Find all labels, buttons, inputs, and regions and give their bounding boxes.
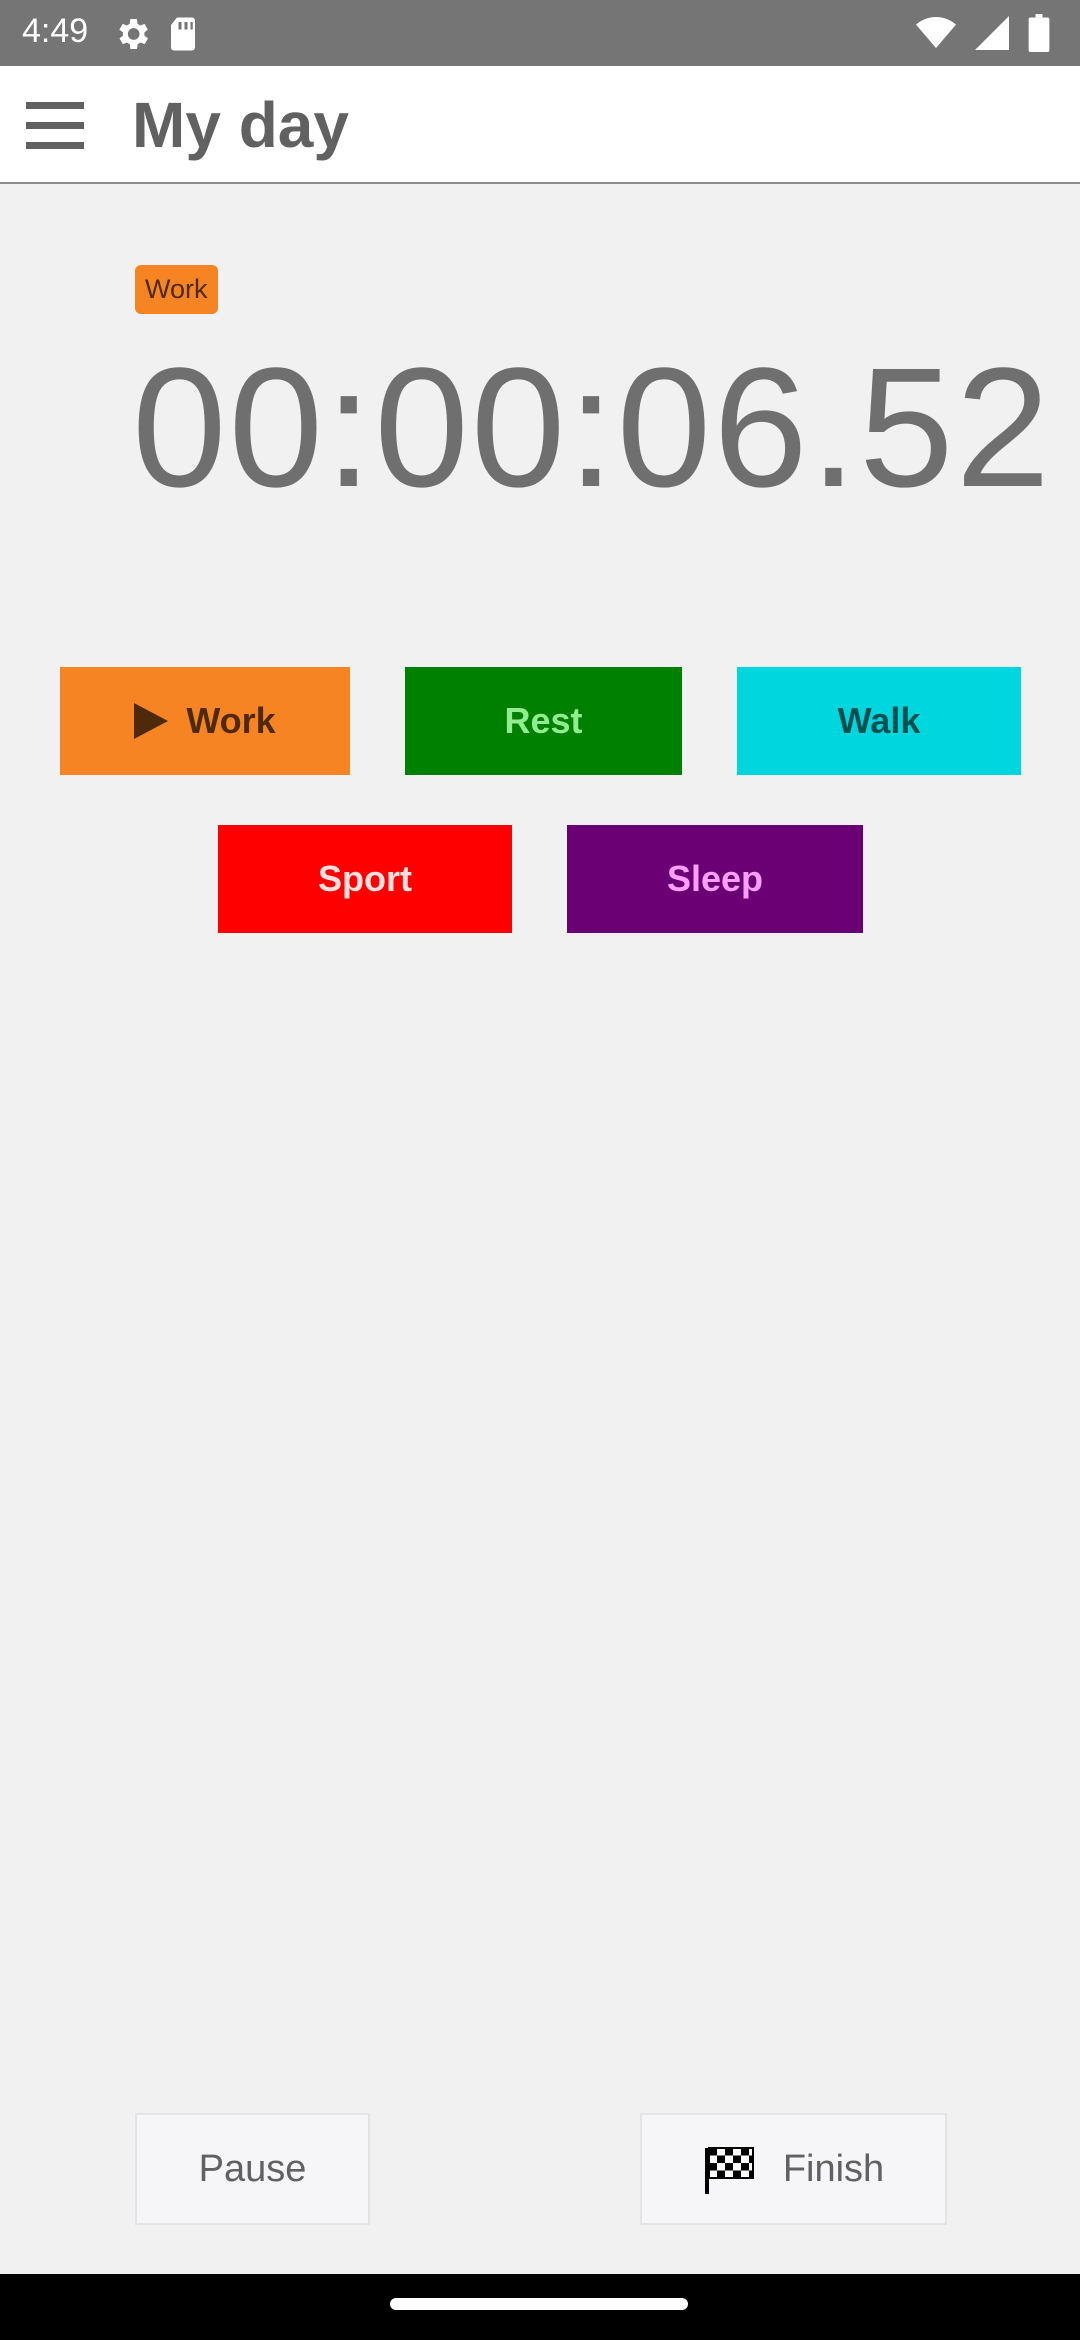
activity-button-sleep[interactable]: Sleep <box>567 825 863 933</box>
activity-button-walk[interactable]: Walk <box>737 667 1021 775</box>
current-activity-badge: Work <box>135 265 218 314</box>
finish-button[interactable]: Finish <box>640 2113 947 2225</box>
activity-label: Rest <box>504 700 583 741</box>
activity-button-sport[interactable]: Sport <box>218 825 512 933</box>
pause-button[interactable]: Pause <box>135 2113 370 2225</box>
activity-label: Walk <box>837 700 921 741</box>
settings-gear-icon <box>112 14 152 59</box>
elapsed-timer: 00:00:06.52 <box>132 333 1053 523</box>
activity-label: Sport <box>318 858 412 899</box>
hamburger-menu-icon[interactable] <box>22 92 88 158</box>
checkered-flag-icon <box>703 2144 757 2194</box>
finish-label: Finish <box>782 2147 885 2190</box>
app-bar: My day <box>0 66 1080 184</box>
battery-icon <box>1028 14 1050 57</box>
system-nav-bar <box>0 2274 1080 2340</box>
activity-label: Sleep <box>666 858 764 899</box>
page-title: My day <box>132 89 349 161</box>
sd-card-icon <box>166 16 200 57</box>
activity-button-work[interactable]: Work <box>60 667 350 775</box>
pause-label: Pause <box>198 2147 307 2190</box>
cell-signal-icon <box>974 16 1010 55</box>
wifi-icon <box>916 16 956 55</box>
activity-button-rest[interactable]: Rest <box>405 667 682 775</box>
activity-label: Work <box>186 700 276 741</box>
status-bar: 4:49 <box>0 0 1080 66</box>
status-time: 4:49 <box>22 12 89 50</box>
play-icon <box>134 703 169 739</box>
home-gesture-handle[interactable] <box>390 2298 688 2310</box>
